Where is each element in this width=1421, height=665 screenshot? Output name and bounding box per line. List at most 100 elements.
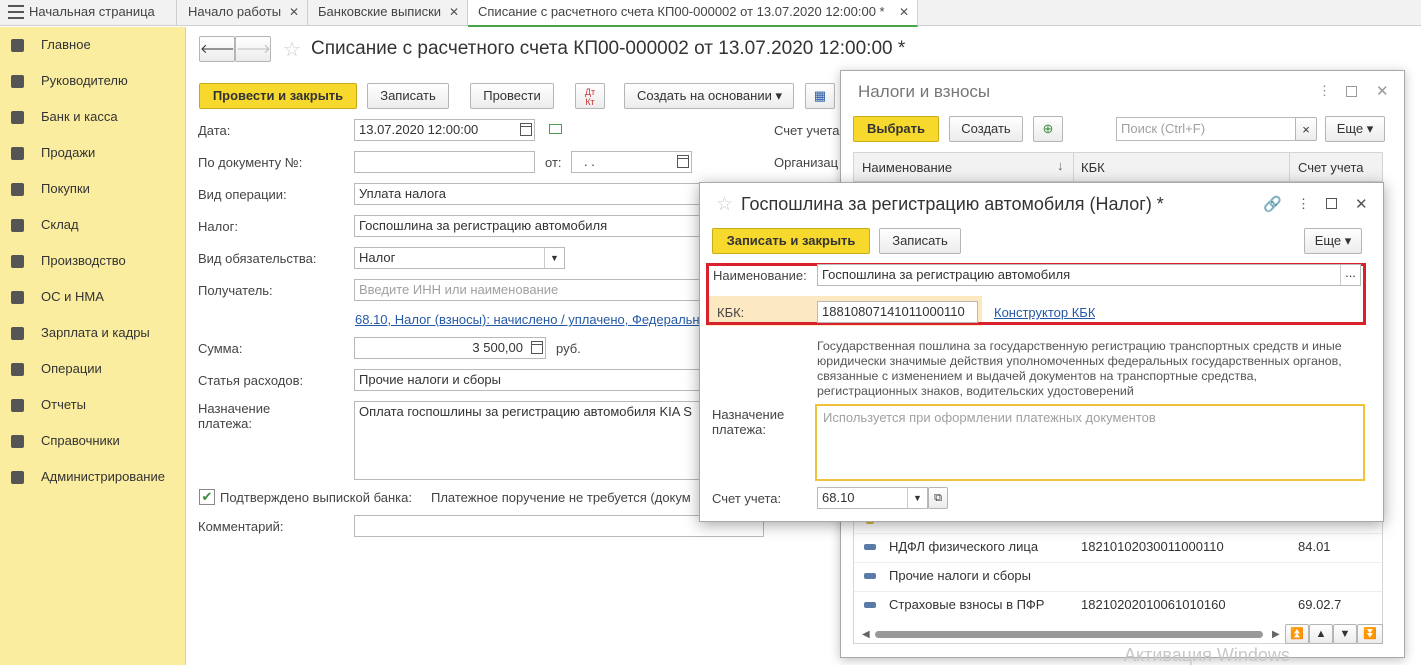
from-date-field[interactable]: . . [571,151,692,173]
search-input[interactable]: Поиск (Ctrl+F) [1116,117,1296,141]
tax-form-title: Госпошлина за регистрацию автомобиля (На… [741,194,1164,214]
person-icon [11,327,24,340]
post-button[interactable]: Провести [470,83,554,109]
sidebar-item[interactable]: Покупки [0,171,186,207]
open-icon[interactable]: ⧉ [928,487,948,509]
tax-purpose-label: Назначение платежа: [712,407,785,437]
confirmed-checkbox[interactable]: ✔ [199,489,215,505]
status-icon[interactable] [549,124,562,134]
close-icon[interactable]: ✕ [899,0,909,24]
star-icon[interactable]: ☆ [283,37,301,62]
close-icon[interactable]: ✕ [289,0,299,24]
tab-document[interactable]: Списание с расчетного счета КП00-000002 … [468,0,918,27]
forward-button[interactable]: 🡒 [235,36,271,62]
sidebar-item[interactable]: ОС и НМА [0,279,186,315]
sidebar-item[interactable]: Зарплата и кадры [0,315,186,351]
sidebar-item[interactable]: Операции [0,351,186,387]
liability-label: Вид обязательства: [198,251,317,266]
maximize-icon[interactable] [1326,198,1337,209]
scroll-right-icon[interactable]: ▶ [1272,629,1280,640]
sidebar-item[interactable]: Руководителю [0,63,186,99]
column-kbk[interactable]: КБК [1081,160,1105,175]
tax-account-label: Счет учета: [712,491,782,506]
liability-select[interactable]: Налог ▼ [354,247,565,269]
link-icon[interactable]: 🔗 [1263,195,1282,213]
save-button[interactable]: Записать [367,83,449,109]
back-button[interactable]: 🡐 [199,36,235,62]
taxes-window-title: Налоги и взносы [858,82,991,101]
close-icon[interactable]: ✕ [1355,195,1368,213]
post-close-button[interactable]: Провести и закрыть [199,83,357,109]
tab-start[interactable]: Начало работы ✕ [178,0,308,26]
sidebar-item[interactable]: Справочники [0,423,186,459]
more-button[interactable]: Еще ▾ [1325,116,1385,142]
payment-order-text: Платежное поручение не требуется (докум [431,490,691,505]
kbk-label: КБК: [717,305,745,320]
calendar-icon[interactable] [520,123,532,136]
kbk-field[interactable]: 18810807141011000110 [817,301,978,323]
sort-arrow-icon[interactable]: ↓ [1057,158,1064,173]
chevron-down-icon[interactable]: ▼ [544,248,564,268]
doc-num-label: По документу №: [198,155,303,170]
sidebar-item-label: Руководителю [41,73,128,88]
tax-field[interactable]: Госпошлина за регистрацию автомобиля [354,215,700,237]
tax-account-select[interactable]: 68.10 ▼ [817,487,928,509]
recipient-input[interactable]: Введите ИНН или наименование [354,279,700,301]
kbk-constructor-link[interactable]: Конструктор КБК [994,305,1095,320]
expense-field[interactable]: Прочие налоги и сборы [354,369,700,391]
org-label: Организац [774,155,839,170]
sidebar-item[interactable]: Продажи [0,135,186,171]
dt-kt-icon [11,363,24,376]
create-based-button[interactable]: Создать на основании ▾ [624,83,794,109]
column-account[interactable]: Счет учета [1298,160,1364,175]
ruble-icon [11,111,24,124]
save-close-button[interactable]: Записать и закрыть [712,228,870,254]
scroll-down-icon[interactable]: ▼ [1333,624,1357,644]
tax-save-button[interactable]: Записать [879,228,961,254]
ellipsis-icon[interactable]: ... [1340,265,1360,285]
purpose-textarea[interactable]: Оплата госпошлины за регистрацию автомоб… [354,401,700,480]
expense-label: Статья расходов: [198,373,304,388]
add-copy-icon[interactable]: ⊕ [1033,116,1063,142]
calendar-icon[interactable] [677,155,689,168]
table-cell-name: Страховые взносы в ПФР [889,597,1045,612]
scroll-bottom-icon[interactable]: ⏬ [1357,624,1383,644]
column-name[interactable]: Наименование [862,160,952,175]
date-field[interactable]: 13.07.2020 12:00:00 [354,119,535,141]
op-type-field[interactable]: Уплата налога [354,183,700,205]
sidebar-item[interactable]: Банк и касса [0,99,186,135]
maximize-icon[interactable] [1346,86,1357,97]
sum-field[interactable]: 3 500,00 [354,337,546,359]
sidebar-item[interactable]: Склад [0,207,186,243]
sidebar-item[interactable]: Администрирование [0,459,186,495]
close-icon[interactable]: ✕ [449,0,459,24]
clear-search-icon[interactable]: × [1295,117,1317,141]
more-vert-icon[interactable]: ⋮ [1297,196,1310,212]
sidebar-item-label: Справочники [41,433,120,448]
structure-icon[interactable]: ▦ [805,83,835,109]
tab-home[interactable]: Начальная страница [0,0,177,26]
scroll-top-icon[interactable]: ⏫ [1285,624,1309,644]
account-link[interactable]: 68.10, Налог (взносы): начислено / уплач… [355,312,700,327]
star-icon[interactable]: ☆ [716,193,733,216]
create-button[interactable]: Создать [949,116,1023,142]
scroll-up-icon[interactable]: ▲ [1309,624,1333,644]
op-type-label: Вид операции: [198,187,287,202]
name-field[interactable]: Госпошлина за регистрацию автомобиля... [817,264,1361,286]
scroll-left-icon[interactable]: ◀ [862,629,870,640]
sidebar-item[interactable]: Главное [0,27,186,63]
doc-num-field[interactable] [354,151,535,173]
tax-more-button[interactable]: Еще ▾ [1304,228,1362,254]
chevron-down-icon[interactable]: ▼ [907,488,927,508]
horizontal-scrollbar[interactable] [875,631,1263,638]
sidebar-item[interactable]: Отчеты [0,387,186,423]
calculator-icon[interactable] [531,341,543,354]
more-vert-icon[interactable]: ⋮ [1318,83,1331,99]
tab-bank[interactable]: Банковские выписки ✕ [308,0,468,26]
close-icon[interactable]: ✕ [1376,82,1389,100]
sidebar-item[interactable]: Производство [0,243,186,279]
sidebar-item-label: Склад [41,217,79,232]
select-button[interactable]: Выбрать [853,116,939,142]
tax-purpose-textarea[interactable]: Используется при оформлении платежных до… [815,404,1365,481]
dt-kt-icon[interactable]: Дт Кт [575,83,605,109]
